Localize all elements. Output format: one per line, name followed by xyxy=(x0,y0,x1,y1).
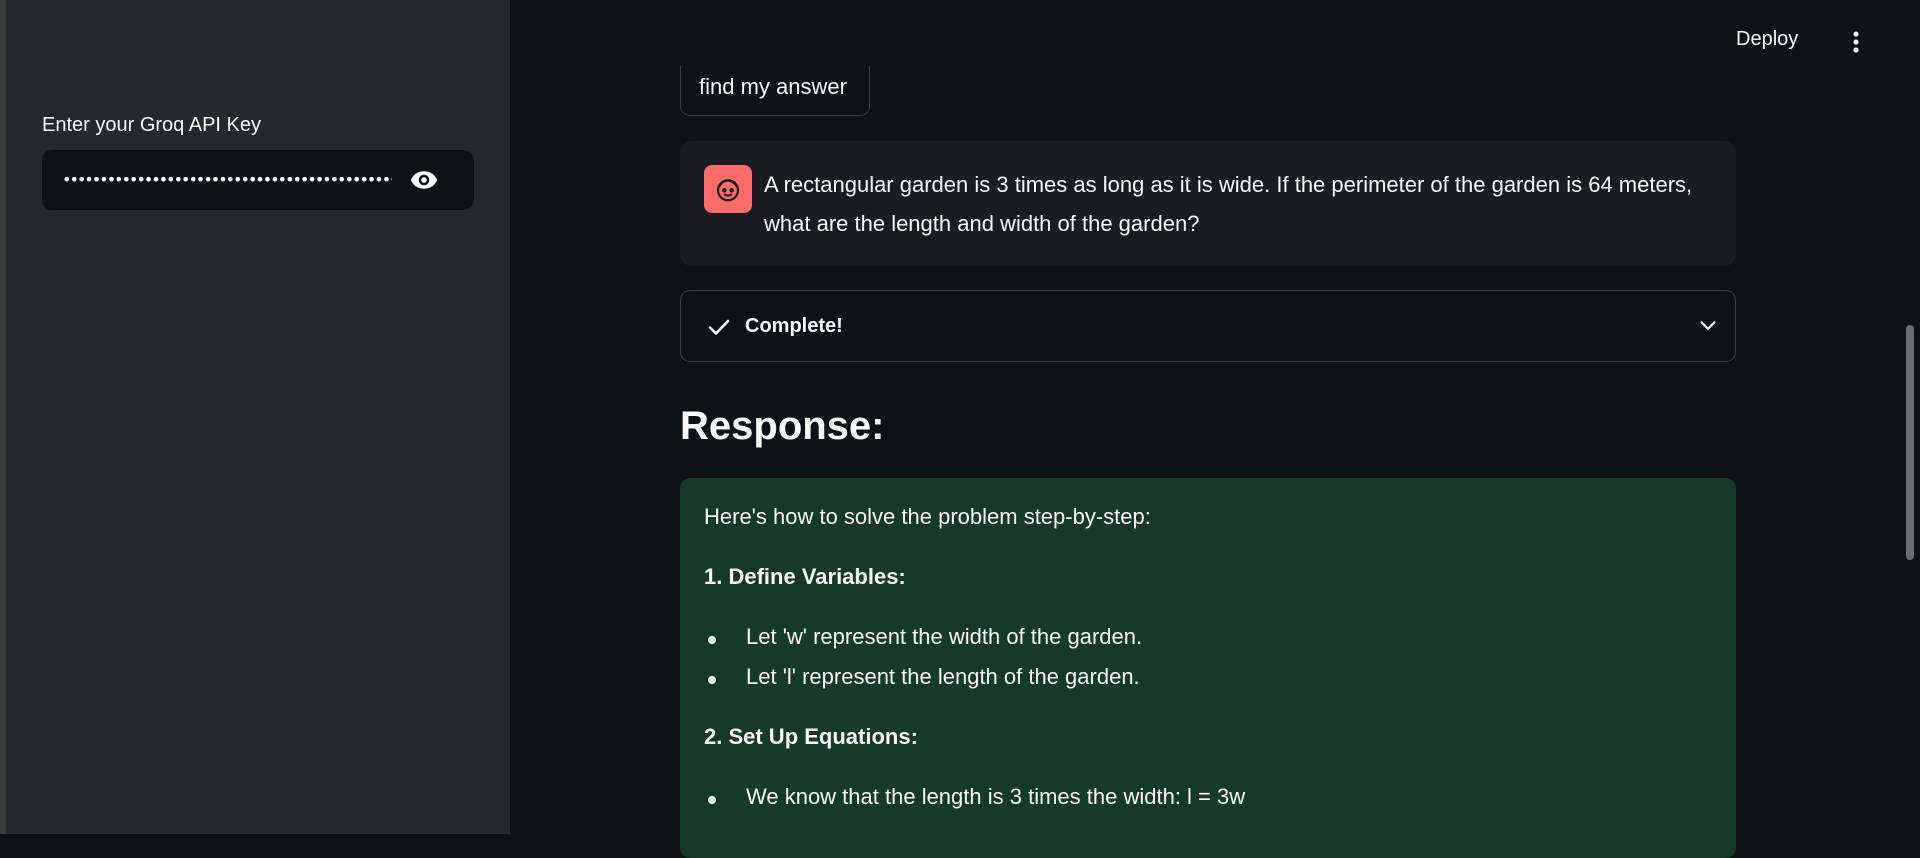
list-item: We know that the length is 3 times the w… xyxy=(746,784,1246,809)
status-expander[interactable]: Complete! xyxy=(680,290,1736,362)
answer-intro: Here's how to solve the problem step-by-… xyxy=(704,504,1151,529)
answer-box: Here's how to solve the problem step-by-… xyxy=(680,478,1736,858)
api-key-label: Enter your Groq API Key xyxy=(42,114,261,136)
api-key-value[interactable]: ••••••••••••••••••••••••••••••••••••••••… xyxy=(62,168,392,192)
bullet xyxy=(708,796,716,804)
eye-icon[interactable] xyxy=(408,164,440,196)
user-face-icon xyxy=(704,165,752,213)
step1-title: 1. Define Variables: xyxy=(704,564,906,589)
step2-title: 2. Set Up Equations: xyxy=(704,724,918,749)
check-icon xyxy=(708,319,730,335)
example-prompt-chip[interactable]: find my answer xyxy=(680,66,870,116)
deploy-button[interactable]: Deploy xyxy=(1736,28,1798,51)
main-content: Deploy find my answer A rectangular gard… xyxy=(510,0,1900,858)
user-message: A rectangular garden is 3 times as long … xyxy=(680,141,1736,266)
list-item: Let 'w' represent the width of the garde… xyxy=(746,624,1143,649)
api-key-input[interactable]: ••••••••••••••••••••••••••••••••••••••••… xyxy=(42,150,474,210)
status-label: Complete! xyxy=(745,315,843,337)
scrollbar-thumb[interactable] xyxy=(1906,325,1914,560)
user-message-text: A rectangular garden is 3 times as long … xyxy=(764,172,1693,236)
sidebar: Enter your Groq API Key ••••••••••••••••… xyxy=(6,0,510,834)
bullet xyxy=(708,676,716,684)
chevron-down-icon[interactable] xyxy=(1697,315,1719,337)
example-prompt-text: find my answer xyxy=(699,74,847,99)
bullet xyxy=(708,636,716,644)
kebab-menu-icon[interactable] xyxy=(1846,28,1866,56)
response-heading: Response: xyxy=(680,404,885,448)
list-item: Let 'l' represent the length of the gard… xyxy=(746,664,1140,689)
